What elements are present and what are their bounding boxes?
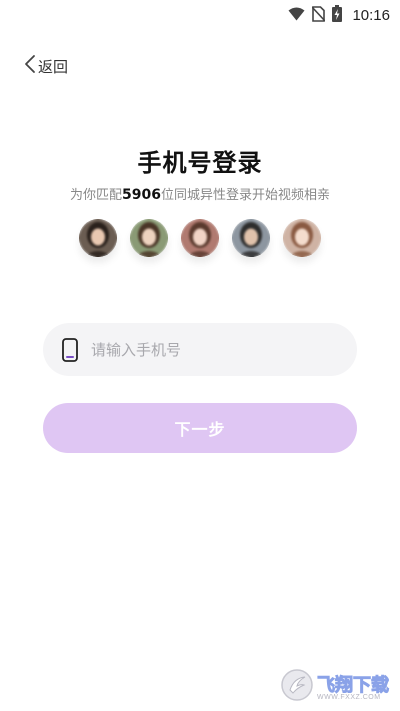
page-title: 手机号登录 <box>137 149 263 177</box>
battery-charging-icon <box>332 5 343 26</box>
watermark: 飞翔下载 WWW.FXXZ.COM <box>280 668 399 706</box>
avatar-1 <box>79 219 117 257</box>
watermark-domain: WWW.FXXZ.COM <box>317 694 381 701</box>
avatar-3 <box>181 219 219 257</box>
chevron-left-icon <box>24 54 36 78</box>
status-icons: 10:16 <box>288 5 390 26</box>
match-subtitle: 为你匹配5906位同城异性登录开始视频相亲 <box>0 184 400 203</box>
watermark-brand: 飞翔下载 <box>317 674 389 695</box>
status-time: 10:16 <box>352 7 390 24</box>
phone-icon <box>62 337 78 362</box>
subtitle-prefix: 为你匹配 <box>70 188 123 203</box>
next-button[interactable]: 下一步 <box>43 403 357 453</box>
avatar-4 <box>232 219 270 257</box>
avatar-2 <box>130 219 168 257</box>
wifi-icon <box>288 6 305 25</box>
back-label: 返回 <box>38 57 69 76</box>
phone-input[interactable] <box>89 339 323 360</box>
watermark-logo-icon <box>280 668 314 706</box>
avatar-5 <box>283 219 321 257</box>
avatar-row <box>79 219 321 257</box>
subtitle-suffix: 位同城异性登录开始视频相亲 <box>160 188 330 203</box>
match-count: 5906 <box>122 187 161 203</box>
no-sim-icon <box>311 5 327 26</box>
back-button[interactable]: 返回 <box>24 54 68 78</box>
watermark-text: 飞翔下载 WWW.FXXZ.COM <box>317 673 399 701</box>
phone-field[interactable] <box>43 323 357 376</box>
status-bar: 10:16 <box>0 0 400 28</box>
